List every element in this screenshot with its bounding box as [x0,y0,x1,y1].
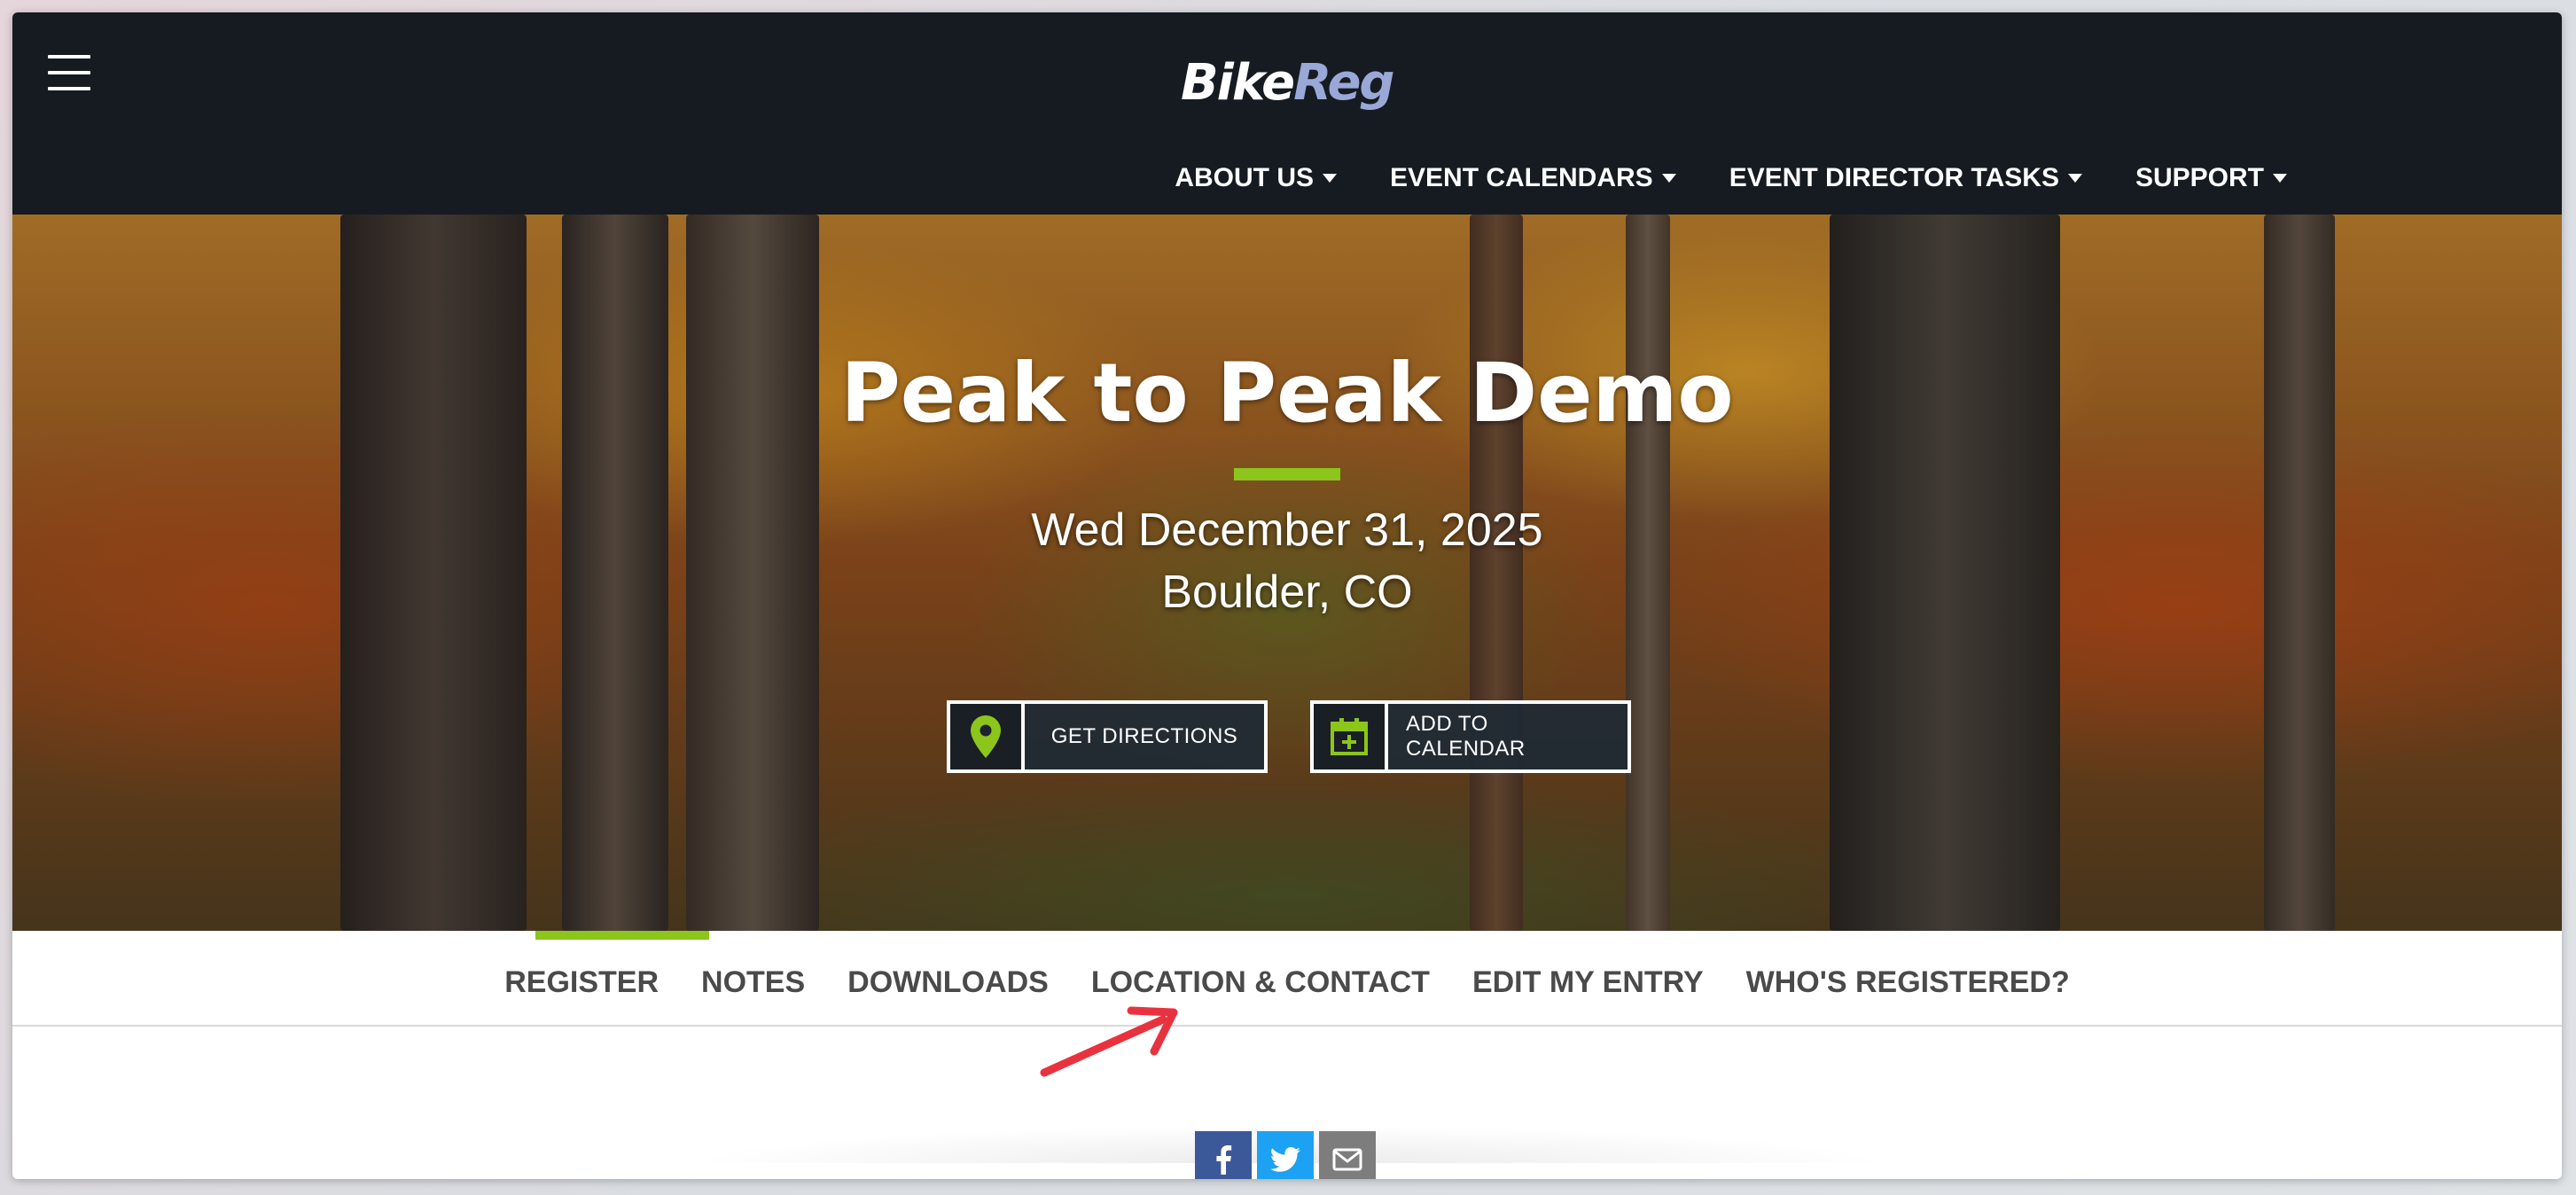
title-divider [1234,468,1340,480]
get-directions-label: GET DIRECTIONS [1050,724,1238,748]
nav-about-us[interactable]: ABOUT US [1175,163,1337,193]
tab-edit-my-entry[interactable]: EDIT MY ENTRY [1472,957,1704,1000]
menu-icon[interactable] [48,55,90,90]
caret-down-icon [2067,174,2082,183]
event-date: Wed December 31, 2025 [1031,504,1543,556]
caret-down-icon [1323,174,1337,183]
twitter-icon [1270,1147,1300,1172]
logo-text-bike: Bike [1181,54,1295,112]
browser-window: BikeReg ABOUT US EVENT CALENDARS EVENT D… [12,12,2562,1179]
tab-register[interactable]: REGISTER [504,957,659,1000]
email-share-button[interactable] [1319,1131,1376,1179]
nav-event-director-tasks-label: EVENT DIRECTOR TASKS [1729,163,2059,192]
twitter-share-button[interactable] [1257,1131,1314,1179]
caret-down-icon [2273,174,2287,183]
bikereg-logo[interactable]: BikeReg [1181,48,1395,119]
hero-banner: Peak to Peak Demo Wed December 31, 2025 … [12,215,2562,931]
nav-support-label: SUPPORT [2135,163,2264,192]
event-title: Peak to Peak Demo [840,346,1734,441]
nav-support[interactable]: SUPPORT [2135,163,2287,193]
share-buttons [1195,1131,1376,1179]
event-location: Boulder, CO [1161,566,1413,618]
site-header: BikeReg ABOUT US EVENT CALENDARS EVENT D… [12,12,2562,215]
nav-event-calendars[interactable]: EVENT CALENDARS [1390,163,1676,193]
email-icon [1332,1148,1362,1171]
nav-about-us-label: ABOUT US [1175,163,1314,192]
add-to-calendar-label: ADD TO CALENDAR [1406,712,1526,761]
tab-notes[interactable]: NOTES [701,957,805,1000]
calendar-plus-icon [1314,704,1388,769]
get-directions-button[interactable]: GET DIRECTIONS [947,700,1268,773]
caret-down-icon [1661,174,1676,183]
nav-event-calendars-label: EVENT CALENDARS [1390,163,1653,192]
add-to-calendar-button[interactable]: ADD TO CALENDAR [1310,700,1631,773]
event-tabs: REGISTER NOTES DOWNLOADS LOCATION & CONT… [12,931,2562,1027]
tab-whos-registered[interactable]: WHO'S REGISTERED? [1746,957,2070,1000]
nav-event-director-tasks[interactable]: EVENT DIRECTOR TASKS [1729,163,2082,193]
main-nav: ABOUT US EVENT CALENDARS EVENT DIRECTOR … [1121,163,2287,193]
tab-downloads[interactable]: DOWNLOADS [847,957,1049,1000]
facebook-icon [1216,1145,1232,1175]
facebook-share-button[interactable] [1195,1131,1252,1179]
logo-text-reg: Reg [1293,54,1394,112]
map-pin-icon [950,704,1025,769]
annotation-arrow-icon [1040,1006,1178,1077]
